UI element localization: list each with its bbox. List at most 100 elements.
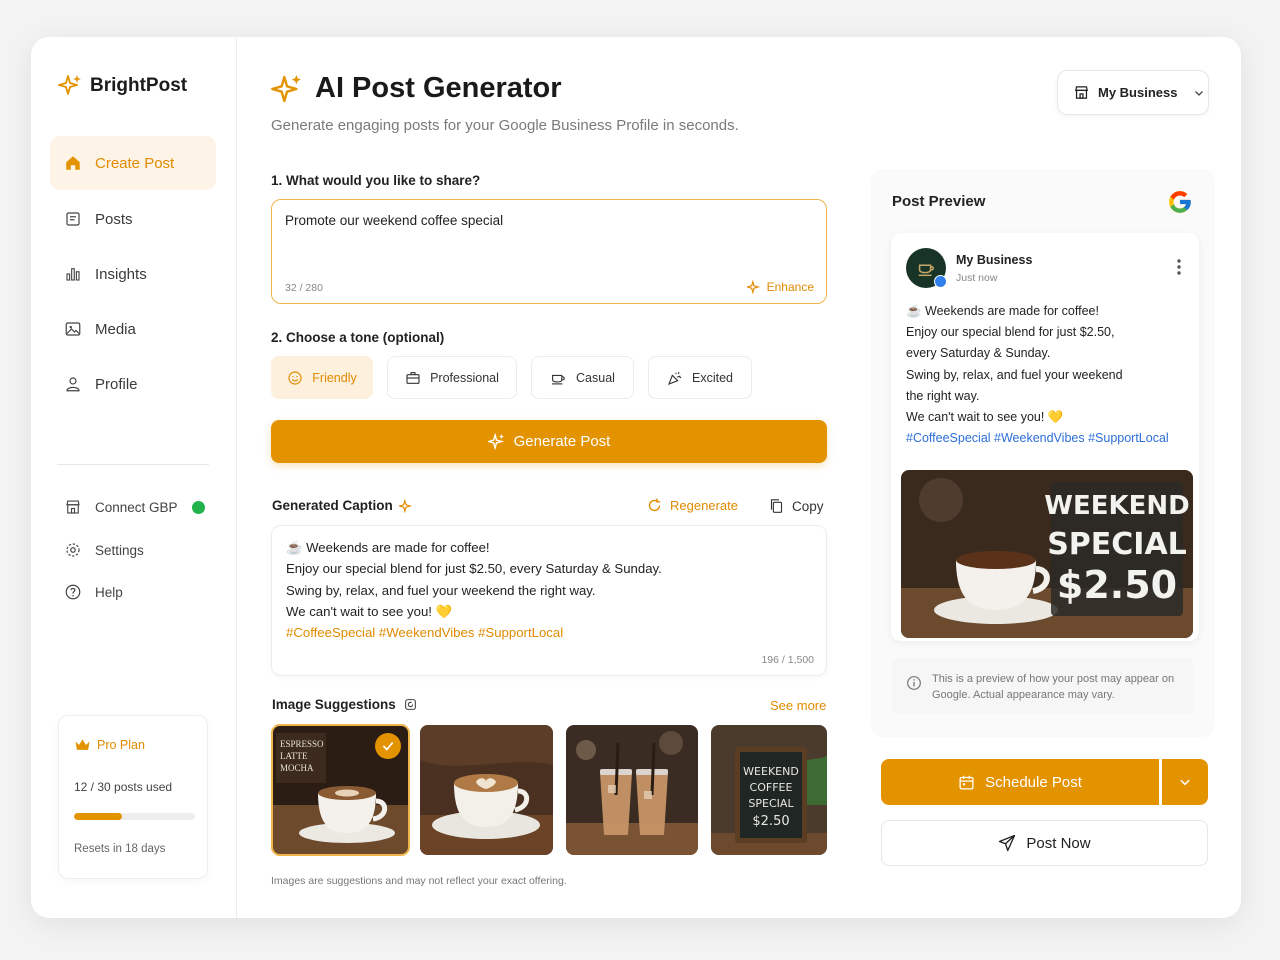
- calendar-icon: [959, 775, 974, 790]
- image-suggestion-4[interactable]: WEEKEND COFFEE SPECIAL $2.50: [711, 725, 827, 855]
- sidebar-item-settings[interactable]: Settings: [64, 541, 144, 559]
- refresh-image-icon[interactable]: [404, 698, 417, 711]
- sidebar-item-label: Settings: [95, 542, 144, 558]
- preview-business-name: My Business: [956, 253, 1033, 267]
- preview-line: the right way.: [906, 388, 980, 403]
- verified-badge-icon: [934, 275, 947, 288]
- plan-usage-fill: [74, 813, 123, 820]
- post-now-label: Post Now: [1026, 834, 1091, 852]
- help-icon: [65, 584, 81, 600]
- tone-casual[interactable]: Casual: [531, 356, 634, 399]
- page-title: AI Post Generator: [315, 72, 562, 104]
- chalkboard-line: SPECIAL: [748, 797, 794, 810]
- image-suggestions-header: Image Suggestions: [272, 697, 417, 712]
- tone-label: 2. Choose a tone (optional): [271, 330, 445, 345]
- tone-label-text: Casual: [576, 370, 615, 385]
- share-label: 1. What would you like to share?: [271, 173, 481, 188]
- sidebar-item-create-post[interactable]: Create Post: [50, 136, 216, 190]
- caption-line: Enjoy our special blend for just $2.50, …: [286, 561, 662, 577]
- sidebar-item-profile[interactable]: Profile: [50, 357, 216, 411]
- enhance-label: Enhance: [766, 280, 814, 294]
- schedule-post-button[interactable]: Schedule Post: [881, 759, 1159, 805]
- image-suggestions-note: Images are suggestions and may not refle…: [271, 875, 567, 887]
- preview-disclaimer: This is a preview of how your post may a…: [892, 658, 1194, 714]
- send-icon: [999, 834, 1016, 852]
- regenerate-label: Regenerate: [670, 498, 738, 513]
- tone-label-text: Friendly: [312, 370, 357, 385]
- preview-line: ☕ Weekends are made for coffee!: [906, 304, 1099, 318]
- image-suggestion-3[interactable]: [566, 725, 698, 855]
- brand-name: BrightPost: [90, 75, 188, 96]
- share-char-count: 32 / 280: [285, 282, 323, 294]
- sparkle-logo-icon: [58, 75, 81, 95]
- preview-line: every Saturday & Sunday.: [906, 346, 1051, 361]
- see-more-link[interactable]: See more: [770, 698, 826, 713]
- home-icon: [66, 156, 80, 170]
- schedule-options-dropdown[interactable]: [1162, 759, 1208, 805]
- preview-hashtags: #CoffeeSpecial #WeekendVibes #SupportLoc…: [906, 431, 1169, 446]
- preview-disclaimer-text: This is a preview of how your post may a…: [932, 673, 1175, 701]
- sidebar-divider: [57, 464, 209, 465]
- post-now-button[interactable]: Post Now: [881, 820, 1208, 866]
- svg-text:MOCHA: MOCHA: [280, 763, 314, 773]
- chalkboard-line: $2.50: [752, 814, 789, 829]
- sidebar-item-label: Create Post: [95, 154, 175, 172]
- sidebar-item-media[interactable]: Media: [50, 302, 216, 356]
- plan-card: Pro Plan 12 / 30 posts used Resets in 18…: [58, 715, 208, 879]
- iced-coffee-image: [566, 725, 698, 855]
- sidebar-item-label: Help: [95, 584, 123, 600]
- caption-title-text: Generated Caption: [272, 498, 393, 513]
- enhance-button[interactable]: Enhance: [746, 280, 814, 294]
- sidebar-item-connect-gbp[interactable]: Connect GBP: [64, 498, 178, 516]
- copy-label: Copy: [792, 498, 824, 514]
- app-window: BrightPost Create Post Posts Insights Me…: [31, 37, 1241, 918]
- business-select[interactable]: My Business: [1057, 70, 1209, 115]
- coffee-cup-icon: [918, 264, 935, 277]
- tone-label-text: Professional: [430, 370, 499, 385]
- regenerate-button[interactable]: Regenerate: [647, 498, 738, 513]
- sidebar-item-insights[interactable]: Insights: [50, 247, 216, 301]
- image-suggestion-2[interactable]: [420, 725, 553, 855]
- image-suggestion-1[interactable]: ESPRESSO LATTE MOCHA: [271, 724, 410, 856]
- latte-art-image: [420, 725, 553, 855]
- sidebar-item-posts[interactable]: Posts: [50, 192, 216, 246]
- sparkle-icon: [487, 433, 504, 450]
- share-textarea[interactable]: Promote our weekend coffee special 32 / …: [271, 199, 827, 304]
- tone-professional[interactable]: Professional: [387, 356, 517, 399]
- posts-icon: [66, 212, 80, 226]
- post-preview-title: Post Preview: [892, 193, 986, 210]
- generate-post-button[interactable]: Generate Post: [271, 420, 827, 463]
- preview-post-image: WEEKEND SPECIAL $2.50: [901, 470, 1193, 638]
- tone-friendly[interactable]: Friendly: [271, 356, 373, 399]
- copy-button[interactable]: Copy: [769, 498, 824, 514]
- preview-timestamp: Just now: [956, 272, 998, 284]
- more-options-icon[interactable]: [1177, 259, 1181, 275]
- sidebar-item-label: Profile: [95, 375, 138, 393]
- selected-check-icon: [375, 733, 401, 759]
- sidebar-item-help[interactable]: Help: [64, 583, 123, 601]
- business-select-value: My Business: [1098, 85, 1178, 100]
- caption-header: Generated Caption Regenerate Copy: [272, 498, 826, 516]
- preview-image-line: WEEKEND: [1044, 491, 1189, 521]
- preview-image-line: $2.50: [1057, 563, 1177, 607]
- copy-icon: [770, 499, 783, 513]
- user-icon: [66, 377, 80, 392]
- page-subtitle: Generate engaging posts for your Google …: [271, 117, 739, 134]
- generated-caption-box[interactable]: ☕ Weekends are made for coffee! Enjoy ou…: [271, 525, 827, 676]
- chalkboard-line: COFFEE: [750, 781, 793, 794]
- sparkle-icon: [271, 74, 301, 102]
- post-preview-panel: Post Preview My Business Just now ☕ Week…: [871, 169, 1215, 737]
- tone-excited[interactable]: Excited: [648, 356, 752, 399]
- brand-logo[interactable]: BrightPost: [58, 74, 187, 98]
- sparkle-icon: [746, 280, 760, 294]
- info-icon: [907, 676, 921, 690]
- caption-text: ☕ Weekends are made for coffee! Enjoy ou…: [286, 537, 662, 643]
- sidebar-item-label: Posts: [95, 210, 133, 228]
- caption-line: Swing by, relax, and fuel your weekend t…: [286, 582, 596, 598]
- chevron-down-icon: [1195, 90, 1204, 96]
- party-popper-icon: [668, 371, 682, 385]
- caption-char-count: 196 / 1,500: [761, 654, 814, 666]
- sparkle-icon: [398, 498, 412, 513]
- preview-line: Swing by, relax, and fuel your weekend: [906, 367, 1123, 382]
- plan-name: Pro Plan: [97, 738, 145, 752]
